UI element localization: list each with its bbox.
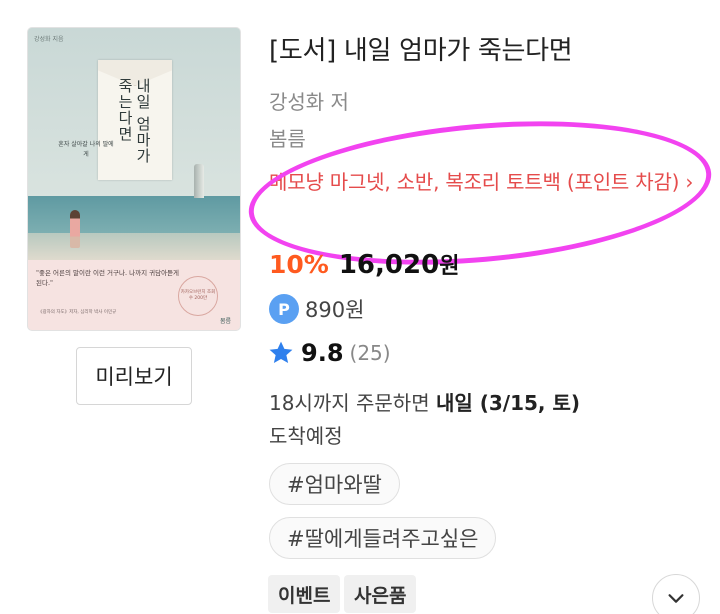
- product-author[interactable]: 강성화 저: [269, 86, 349, 115]
- delivery-suffix: 도착예정: [269, 424, 343, 448]
- cover-seal: 카카오브런치 조회수 200만: [178, 276, 218, 316]
- tag-chip[interactable]: #딸에게들려주고싶은: [269, 517, 497, 559]
- cover-title: 내일 엄마가 죽는다면: [116, 78, 152, 164]
- cover-shore: [28, 233, 240, 263]
- cover-publisher-logo: 봄름: [220, 318, 232, 325]
- cover-endorsement: 《광자의 자도》저자, 심리학 박사 이민규: [38, 310, 117, 315]
- expand-button[interactable]: [652, 574, 700, 614]
- cover-sea: [28, 196, 240, 236]
- points-amount: 890원: [305, 298, 365, 322]
- discount-rate: 10%: [269, 250, 329, 279]
- cover-subtitle: 혼자 살아갈 나의 딸에게: [58, 141, 114, 158]
- price-row: 10% 16,020 원: [269, 248, 459, 280]
- cover-girl-figure: [70, 210, 80, 248]
- event-badge: 이벤트: [268, 575, 341, 613]
- tag-chip[interactable]: #엄마와딸: [269, 463, 400, 505]
- points-icon: P: [269, 294, 299, 324]
- cover-envelope-card: 내일 엄마가 죽는다면: [98, 60, 172, 180]
- rating-score: 9.8: [301, 339, 344, 367]
- review-count[interactable]: (25): [350, 341, 391, 365]
- delivery-date: 내일 (3/15, 토): [435, 391, 581, 415]
- delivery-estimate: 18시까지 주문하면 내일 (3/15, 토) 도착예정: [269, 387, 699, 453]
- price-unit: 원: [439, 254, 460, 279]
- cover-lighthouse: [194, 164, 204, 198]
- gift-badge: 사은품: [344, 575, 417, 613]
- product-title: [도서] 내일 엄마가 죽는다면: [269, 36, 573, 66]
- chevron-down-icon: [668, 594, 684, 603]
- product-publisher[interactable]: 봄름: [269, 123, 306, 152]
- star-icon: [269, 341, 293, 364]
- cover-quote: "좋은 어른의 말이란 이런 거구나. 나까지 귀담아듣게 된다.": [36, 269, 180, 287]
- rating-row[interactable]: 9.8 (25): [267, 339, 391, 367]
- delivery-prefix: 18시까지 주문하면: [269, 391, 436, 415]
- preview-button[interactable]: 미리보기: [76, 347, 192, 405]
- gift-promo-link[interactable]: 메모냥 마그넷, 소반, 복조리 토트백 (포인트 차감) ›: [269, 167, 701, 198]
- cover-author: 강성화 지음: [34, 36, 64, 43]
- sale-price: 16,020: [338, 250, 440, 280]
- points-row: P 890원: [269, 294, 364, 324]
- book-cover-image[interactable]: 강성화 지음 내일 엄마가 죽는다면 혼자 살아갈 나의 딸에게 "좋은 어른의…: [28, 28, 240, 330]
